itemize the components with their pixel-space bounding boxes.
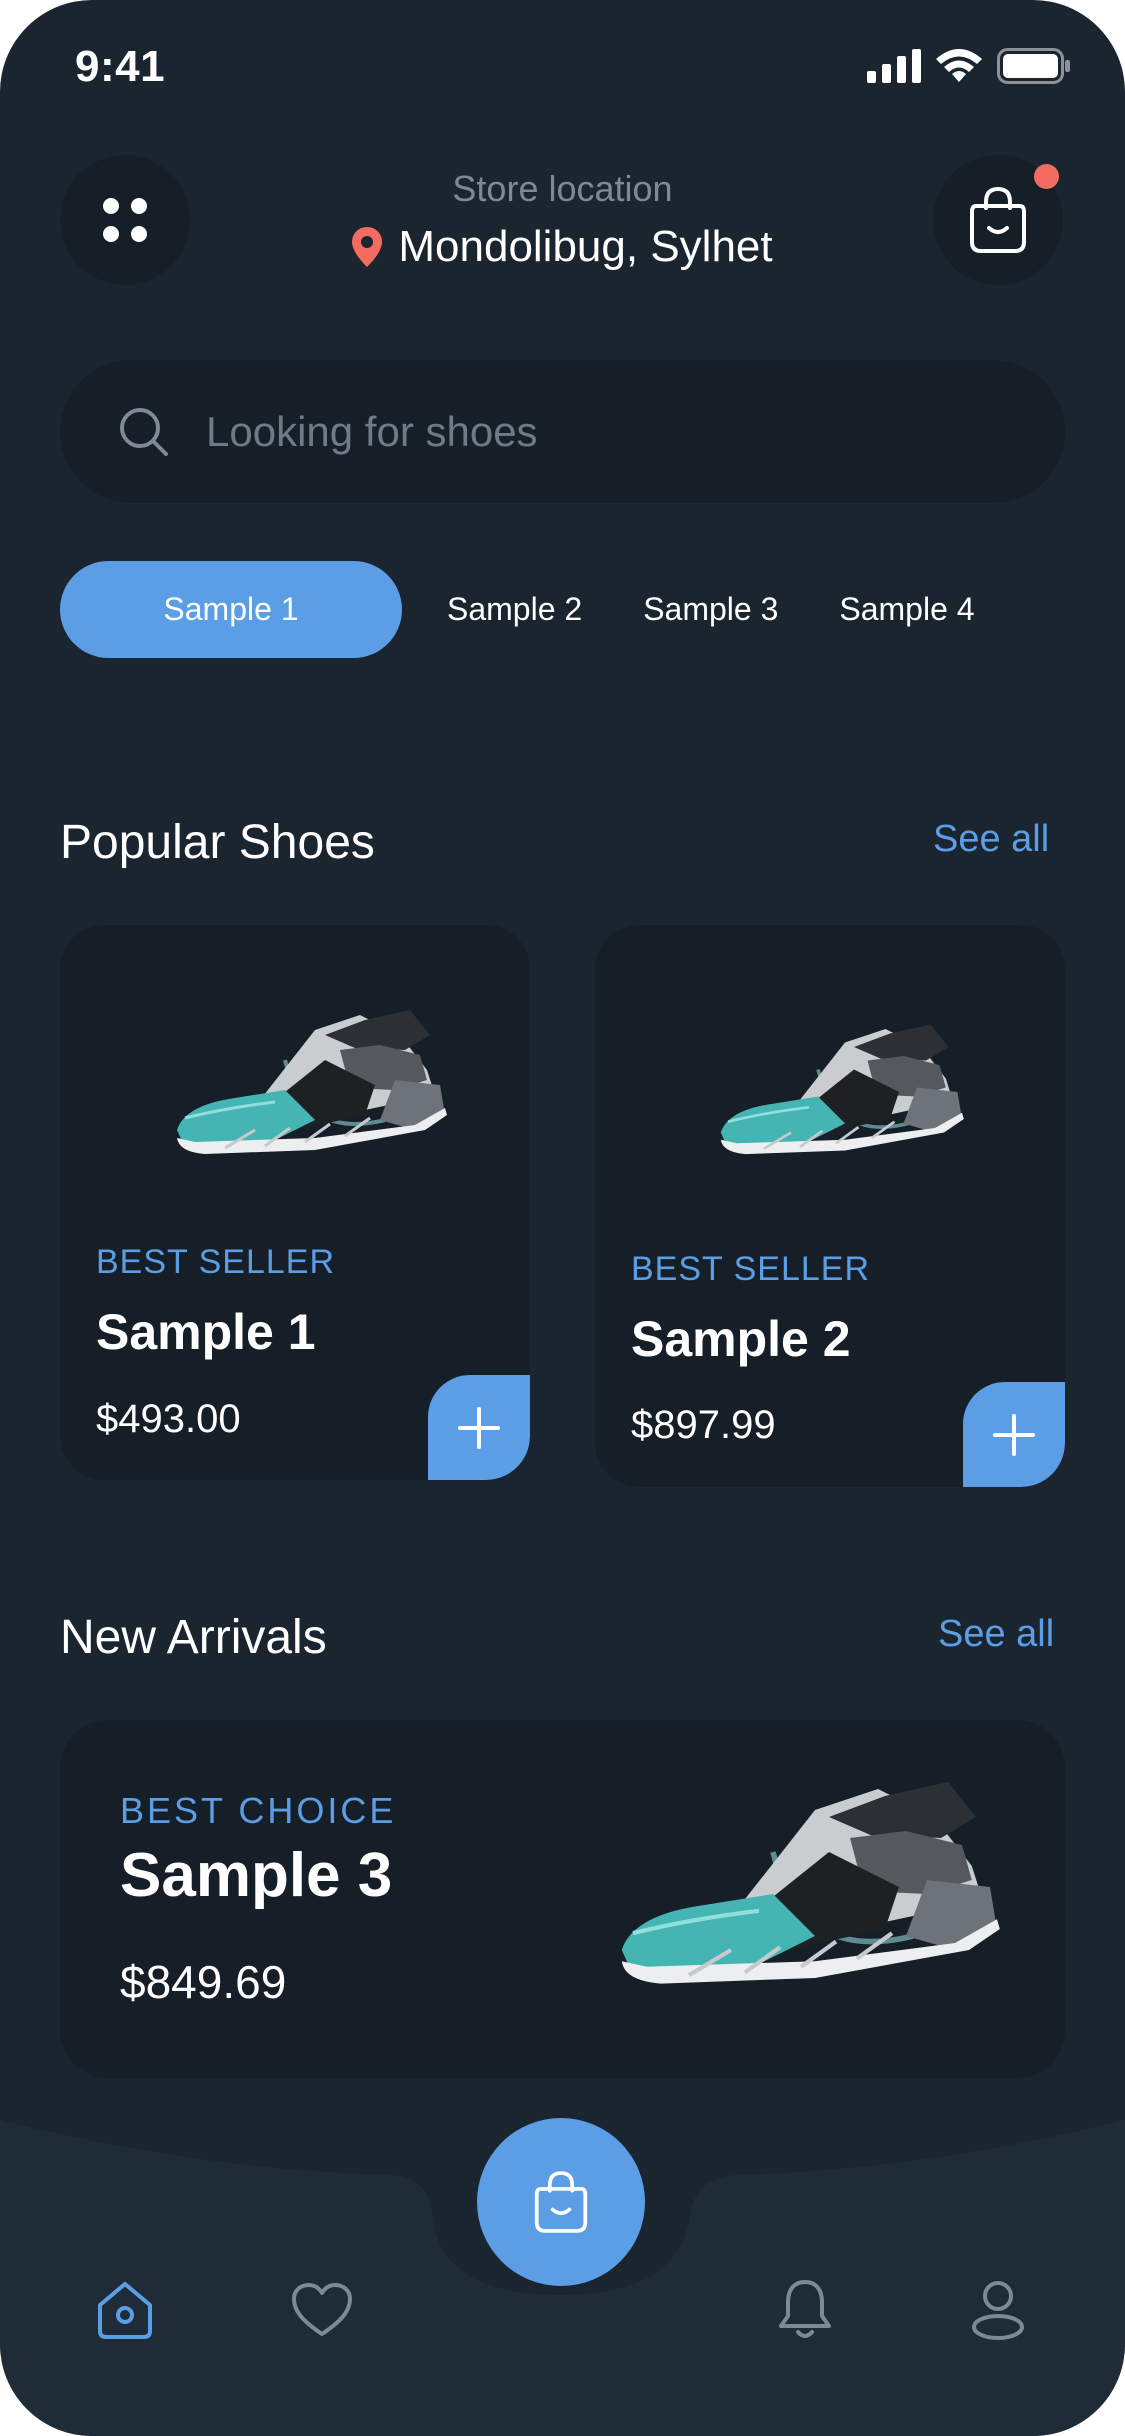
nav-notifications[interactable] xyxy=(770,2275,840,2345)
nav-home[interactable] xyxy=(90,2275,160,2345)
battery-icon xyxy=(997,48,1070,84)
cart-notification-dot xyxy=(1034,164,1059,189)
product-price: $493.00 xyxy=(96,1397,241,1441)
signal-icon xyxy=(867,49,921,83)
popular-see-all-link[interactable]: See all xyxy=(933,818,1049,861)
new-arrival-card[interactable]: BEST CHOICE Sample 3 $849.69 xyxy=(60,1720,1065,2078)
phone-screen: 9:41 Store location Mondolibug, Sylhet L… xyxy=(0,0,1125,2436)
add-to-cart-button[interactable] xyxy=(428,1375,530,1480)
product-image xyxy=(165,990,465,1170)
shopping-bag-icon xyxy=(534,2171,588,2233)
tab-sample-3[interactable]: Sample 3 xyxy=(643,561,778,658)
tab-sample-1[interactable]: Sample 1 xyxy=(60,561,402,658)
add-to-cart-button[interactable] xyxy=(963,1382,1065,1487)
home-icon xyxy=(98,2282,152,2339)
nav-favorites[interactable] xyxy=(287,2275,357,2345)
new-arrivals-title: New Arrivals xyxy=(60,1611,327,1664)
profile-icon xyxy=(972,2281,1024,2340)
product-card[interactable]: BEST SELLER Sample 1 $493.00 xyxy=(60,925,530,1480)
bell-icon xyxy=(779,2280,831,2338)
location-pin-icon xyxy=(352,227,383,267)
product-price: $849.69 xyxy=(120,1956,287,2008)
popular-shoes-title: Popular Shoes xyxy=(60,816,375,869)
plus-icon xyxy=(993,1413,1035,1456)
product-badge: BEST CHOICE xyxy=(120,1790,397,1831)
product-name: Sample 1 xyxy=(96,1304,316,1360)
category-tabs: Sample 1 Sample 2 Sample 3 Sample 4 xyxy=(60,561,975,658)
nav-profile[interactable] xyxy=(963,2275,1033,2345)
search-input[interactable] xyxy=(206,407,1065,456)
store-name: Mondolibug, Sylhet xyxy=(398,222,773,271)
heart-icon xyxy=(292,2283,352,2336)
product-image xyxy=(710,1005,980,1170)
product-image xyxy=(605,1750,1025,2010)
status-time: 9:41 xyxy=(75,42,166,91)
wifi-icon xyxy=(936,49,982,82)
tab-sample-4[interactable]: Sample 4 xyxy=(839,561,974,658)
status-icons xyxy=(867,48,1071,84)
product-badge: BEST SELLER xyxy=(631,1250,871,1288)
search-bar[interactable] xyxy=(60,360,1065,503)
product-name: Sample 3 xyxy=(120,1841,393,1910)
product-price: $897.99 xyxy=(631,1403,776,1447)
shopping-bag-icon xyxy=(970,186,1026,253)
tab-sample-2[interactable]: Sample 2 xyxy=(447,561,582,658)
product-badge: BEST SELLER xyxy=(96,1243,336,1281)
cart-fab-button[interactable] xyxy=(477,2118,645,2286)
product-card[interactable]: BEST SELLER Sample 2 $897.99 xyxy=(595,925,1065,1487)
product-name: Sample 2 xyxy=(631,1311,851,1367)
search-icon xyxy=(120,407,168,456)
plus-icon xyxy=(458,1406,500,1449)
new-arrivals-see-all-link[interactable]: See all xyxy=(938,1613,1054,1656)
